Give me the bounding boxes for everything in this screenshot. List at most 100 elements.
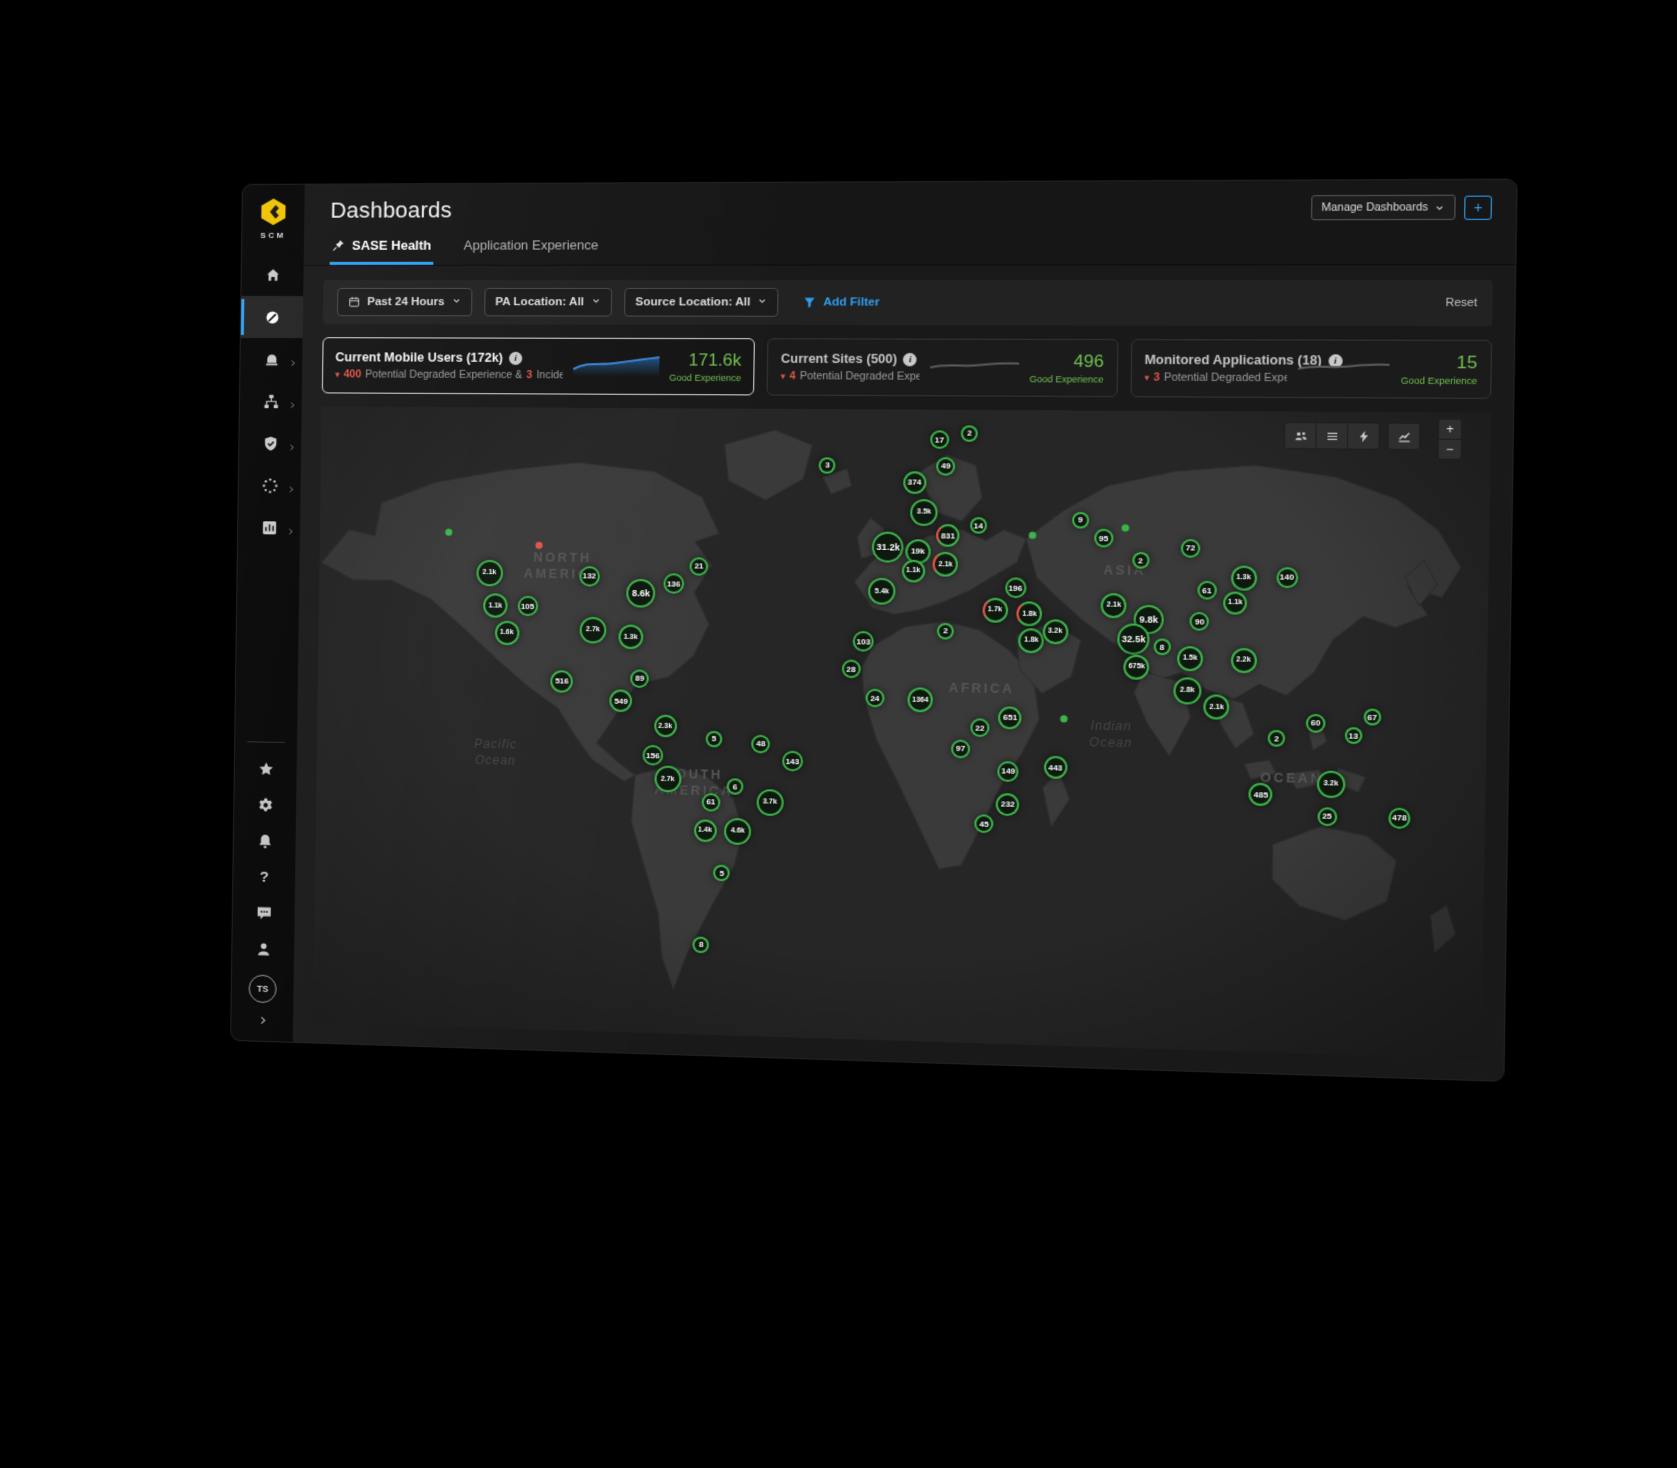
kpi-value-caption: Good Experience [1401,375,1478,386]
reset-button[interactable]: Reset [1445,297,1477,310]
trend-down-icon: ▾ [781,372,786,381]
sidebar-item-feedback[interactable] [233,894,295,932]
map-cluster[interactable]: 2 [1268,730,1286,747]
pa-location-button[interactable]: PA Location: All [484,288,612,316]
pin-icon [332,239,345,252]
kpi-title: Monitored Applications (18) [1144,353,1321,368]
cluster-count: 196 [1007,580,1024,597]
map-cluster[interactable]: 8 [693,936,710,953]
site-dot[interactable] [1121,524,1129,531]
sidebar-item-network[interactable] [240,380,302,422]
cluster-count: 675k [1126,656,1148,677]
info-icon[interactable]: i [509,351,522,364]
world-map[interactable]: NORTH AMERICASOUTH AMERICAAFRICAASIAOCEA… [313,406,1491,1059]
sidebar-item-security-services[interactable] [239,422,301,464]
sidebar-item-reports[interactable] [238,506,300,549]
reports-icon [260,519,277,536]
cluster-count: 8 [695,938,708,951]
kpi-card-3[interactable]: Monitored Applications (18)i▾3Potential … [1130,339,1492,399]
cluster-count: 2.1k [1103,595,1125,616]
cluster-count: 140 [1278,569,1296,586]
map-cluster[interactable]: 9 [1072,512,1089,529]
map-cluster[interactable]: 5 [706,730,723,747]
users-layer-button[interactable] [1284,422,1317,449]
map-cluster[interactable]: 2 [961,425,978,442]
sidebar-item-dashboards[interactable] [241,296,303,338]
main-panel: Dashboards Manage Dashboards + SASE Heal… [293,180,1517,1081]
zoom-in-button[interactable]: + [1438,419,1462,440]
cluster-count: 2 [1134,554,1147,567]
incidents-layer-button[interactable] [1347,422,1380,449]
info-icon[interactable]: i [903,352,917,365]
tab-sase-health[interactable]: SASE Health [330,232,434,265]
kpi-alerts: ▾3Potential Degraded Experience [1144,371,1287,384]
sidebar-item-settings[interactable] [234,786,296,823]
cluster-count: 5 [708,732,721,744]
manage-dashboards-button[interactable]: Manage Dashboards [1310,195,1455,221]
map-cluster[interactable]: 89 [630,669,649,688]
map-cluster[interactable]: 13 [1345,727,1363,744]
scm-logo[interactable]: SCM [258,197,289,240]
filter-bar: Past 24 Hours PA Location: All Source Lo… [323,280,1493,326]
site-dot[interactable] [1060,715,1068,722]
cluster-count: 89 [632,671,647,685]
avatar[interactable]: TS [248,974,276,1003]
kpi-value: 15 [1401,352,1478,373]
sidebar-item-home[interactable] [241,254,303,296]
sidebar-item-workflows[interactable] [238,464,300,507]
map-cluster[interactable]: 67 [1363,709,1381,726]
add-dashboard-button[interactable]: + [1464,195,1492,219]
sidebar-item-profile[interactable] [232,930,294,968]
sidebar-item-favorites[interactable] [235,750,297,787]
kpi-card-1[interactable]: Current Mobile Users (172k)i▾400Potentia… [322,337,755,395]
cluster-count: 61 [1199,583,1214,598]
map-cluster[interactable]: 48 [751,734,770,753]
chevron-right-icon [288,397,297,406]
alert-count: 3 [1153,371,1159,383]
cluster-count: 8 [1155,641,1168,654]
site-dot[interactable] [535,542,542,549]
map-cluster[interactable]: 149 [998,761,1019,782]
cluster-count: 2.1k [1206,697,1228,718]
source-location-button[interactable]: Source Location: All [624,288,779,317]
cluster-count: 2.3k [656,717,675,736]
map-cluster[interactable]: 22 [970,718,989,737]
sidebar-expand-button[interactable] [231,1006,293,1034]
cluster-count: 1.1k [485,595,506,615]
site-dot[interactable] [445,529,452,536]
sidebar-item-incidents-alerts[interactable] [240,338,302,380]
sidebar-item-help[interactable]: ? [233,858,295,896]
list-view-button[interactable] [1315,422,1348,449]
zoom-out-button[interactable]: − [1438,439,1462,460]
cluster-count: 2 [963,427,976,439]
cluster-count: 149 [1000,763,1017,780]
site-dot[interactable] [1029,532,1037,539]
map-cluster[interactable]: 61 [701,793,720,812]
cluster-count: 60 [1308,716,1323,731]
cluster-count: 1364 [910,689,931,710]
map-cluster[interactable]: 45 [974,815,993,834]
panw-hexagon-icon [258,197,288,227]
cluster-count: 2 [1270,732,1283,745]
map-cluster[interactable]: 21 [690,557,709,576]
add-filter-button[interactable]: Add Filter [803,296,879,308]
cluster-count: 3.2k [1044,621,1066,642]
cluster-count: 485 [1251,785,1271,804]
app-window: SCM ? TS Dashboards Manage Dashboards + [230,179,1518,1082]
tab-application-experience[interactable]: Application Experience [461,231,600,265]
list-icon [1325,429,1339,443]
chevron-down-icon [1435,203,1445,212]
time-range-button[interactable]: Past 24 Hours [337,288,472,316]
trends-view-button[interactable] [1387,423,1420,450]
chevron-right-icon [287,439,296,448]
chevron-down-icon [452,296,461,305]
kpi-card-2[interactable]: Current Sites (500)i▾4Potential Degraded… [767,338,1118,397]
chevron-right-icon [286,523,295,532]
cluster-count: 1.6k [496,623,517,644]
sidebar-item-notifications[interactable] [234,822,296,860]
map-controls [1285,422,1421,450]
map-cluster[interactable]: 105 [517,596,538,617]
cluster-count: 651 [1001,708,1020,727]
map-cluster[interactable]: 5 [713,865,730,882]
map-cluster[interactable]: 136 [663,573,684,594]
